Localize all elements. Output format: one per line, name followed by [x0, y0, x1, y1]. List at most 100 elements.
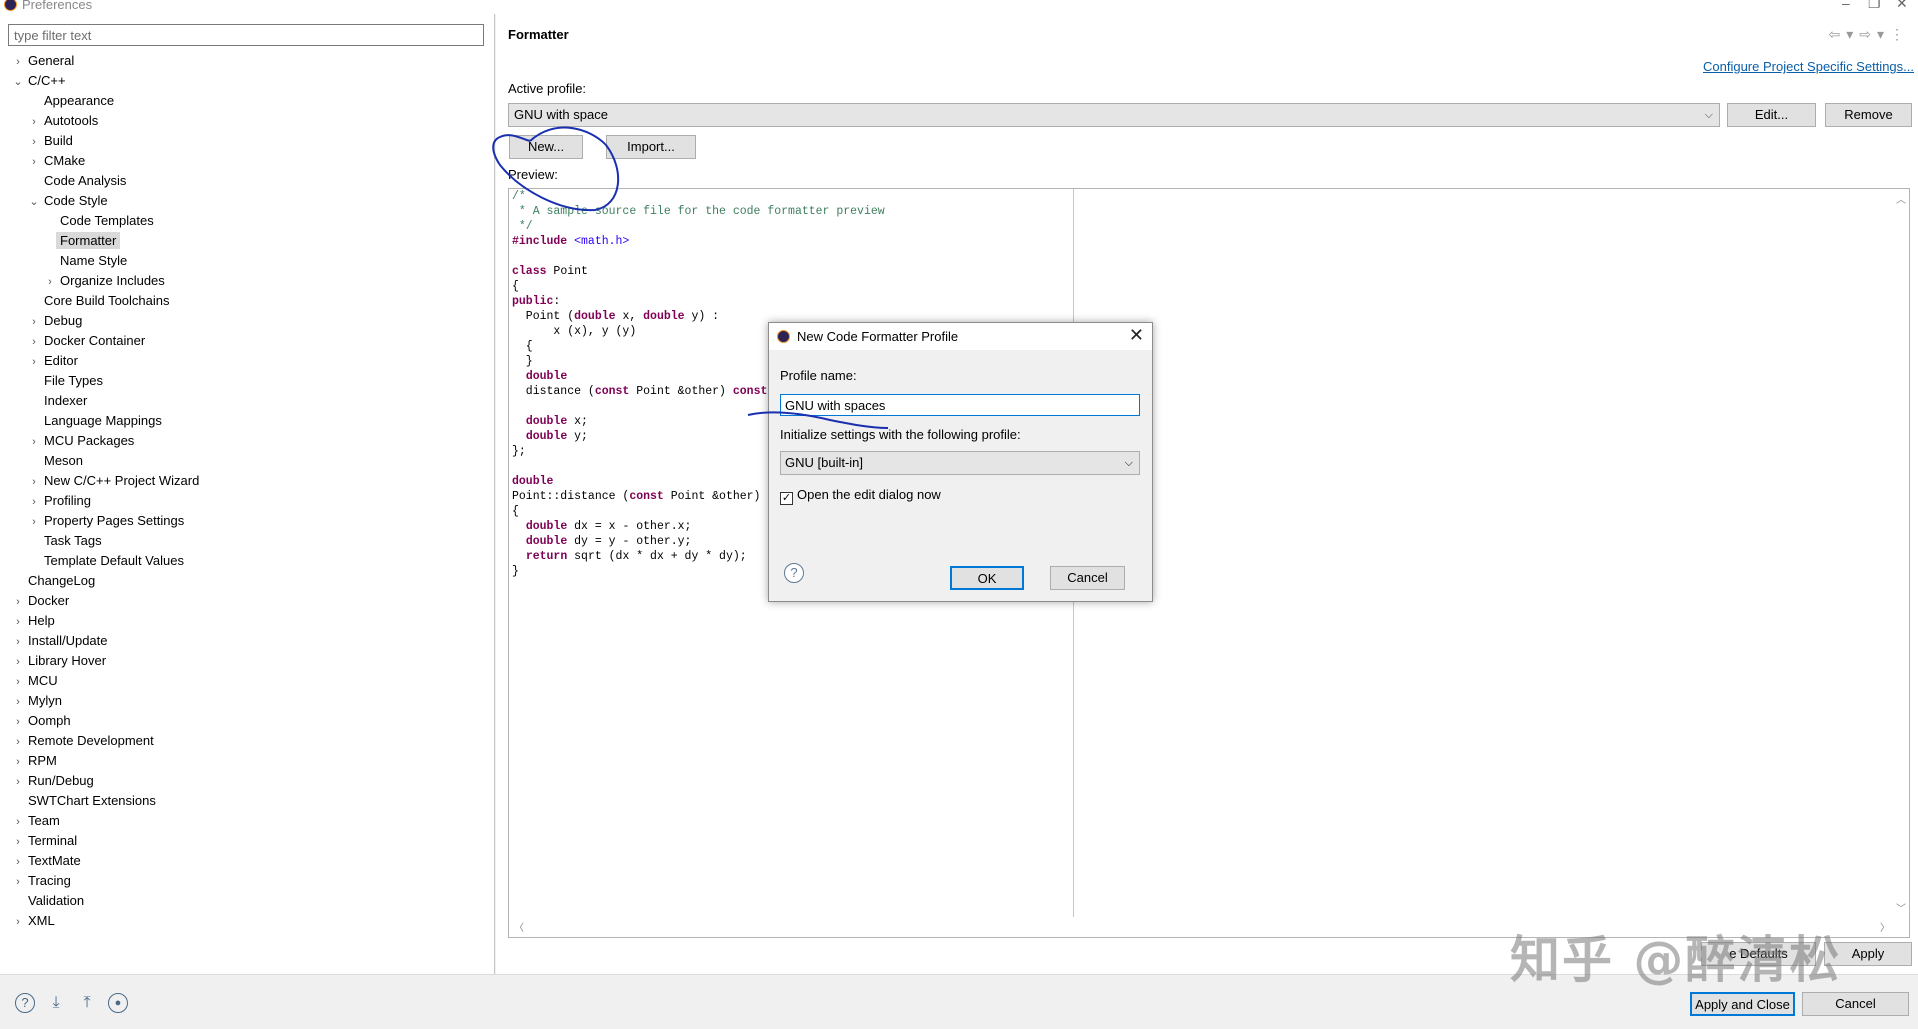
scroll-right-icon[interactable]: 〉 [1880, 919, 1890, 934]
filter-input[interactable] [8, 24, 484, 46]
chevron-right-icon[interactable]: › [28, 432, 40, 452]
tree-item[interactable]: Indexer [28, 391, 91, 411]
tree-item[interactable]: Code Templates [44, 211, 158, 231]
tree-item[interactable]: Task Tags [28, 531, 106, 551]
chevron-right-icon[interactable]: › [44, 272, 56, 292]
chevron-right-icon[interactable]: › [12, 52, 24, 72]
forward-menu-icon[interactable]: ▾ [1877, 26, 1890, 42]
chevron-right-icon[interactable]: › [28, 152, 40, 172]
tree-item[interactable]: Meson [28, 451, 87, 471]
help-icon[interactable]: ? [15, 993, 35, 1013]
apply-and-close-button[interactable]: Apply and Close [1690, 992, 1795, 1016]
chevron-right-icon[interactable]: › [12, 812, 24, 832]
tree-item[interactable]: Formatter [44, 231, 121, 251]
dialog-close-icon[interactable]: ✕ [1129, 325, 1144, 346]
tree-item[interactable]: › Property Pages Settings [28, 511, 188, 531]
checkbox-check-icon[interactable]: ✓ [780, 492, 793, 505]
scroll-left-icon[interactable]: 〈 [514, 919, 524, 934]
tree-item[interactable]: Validation [12, 891, 88, 911]
tree-item[interactable]: Template Default Values [28, 551, 188, 571]
tree-item[interactable]: › Remote Development [12, 731, 158, 751]
chevron-right-icon[interactable]: › [28, 112, 40, 132]
tree-item[interactable]: › RPM [12, 751, 61, 771]
chevron-right-icon[interactable]: › [12, 692, 24, 712]
tree-item[interactable]: › Run/Debug [12, 771, 98, 791]
tree-item[interactable]: › MCU [12, 671, 62, 691]
new-profile-button[interactable]: New... [509, 135, 583, 159]
chevron-right-icon[interactable]: › [12, 832, 24, 852]
tree-item[interactable]: ChangeLog [12, 571, 99, 591]
restore-icon[interactable]: ❐ [1868, 0, 1881, 12]
tree-item[interactable]: › Docker Container [28, 331, 149, 351]
chevron-right-icon[interactable]: › [12, 912, 24, 932]
edit-profile-button[interactable]: Edit... [1727, 103, 1816, 127]
cancel-button[interactable]: Cancel [1802, 992, 1909, 1016]
chevron-right-icon[interactable]: › [12, 612, 24, 632]
tree-item[interactable]: › Profiling [28, 491, 95, 511]
tree-item[interactable]: › Autotools [28, 111, 102, 131]
dialog-help-icon[interactable]: ? [784, 563, 804, 583]
tree-item[interactable]: › Mylyn [12, 691, 66, 711]
chevron-right-icon[interactable]: › [12, 652, 24, 672]
tree-item[interactable]: › XML [12, 911, 59, 931]
minimize-icon[interactable]: – [1842, 0, 1850, 11]
dialog-cancel-button[interactable]: Cancel [1050, 566, 1125, 590]
forward-icon[interactable]: ⇨ [1859, 26, 1877, 42]
tree-item[interactable]: Appearance [28, 91, 118, 111]
close-icon[interactable]: ✕ [1896, 0, 1908, 12]
back-menu-icon[interactable]: ▾ [1846, 26, 1859, 42]
init-profile-select[interactable]: GNU [built-in] ⌵ [780, 451, 1140, 475]
tree-item[interactable]: › Install/Update [12, 631, 112, 651]
tree-item[interactable]: Code Analysis [28, 171, 130, 191]
chevron-right-icon[interactable]: › [12, 592, 24, 612]
tree-item[interactable]: › MCU Packages [28, 431, 138, 451]
remove-profile-button[interactable]: Remove [1825, 103, 1912, 127]
tree-item[interactable]: › Library Hover [12, 651, 110, 671]
import-profile-button[interactable]: Import... [606, 135, 696, 159]
chevron-right-icon[interactable]: › [28, 472, 40, 492]
tree-item[interactable]: › Organize Includes [44, 271, 169, 291]
import-icon[interactable]: ⤓ [46, 993, 66, 1013]
tree-item[interactable]: ⌄ C/C++ [12, 71, 70, 91]
tree-item[interactable]: › Help [12, 611, 59, 631]
chevron-right-icon[interactable]: › [28, 332, 40, 352]
chevron-right-icon[interactable]: › [12, 732, 24, 752]
scroll-up-icon[interactable]: ︿ [1896, 191, 1906, 206]
tree-item[interactable]: › Terminal [12, 831, 81, 851]
tree-item[interactable]: › Team [12, 811, 64, 831]
tree-item[interactable]: Core Build Toolchains [28, 291, 174, 311]
tree-item[interactable]: SWTChart Extensions [12, 791, 160, 811]
ok-button[interactable]: OK [950, 566, 1024, 590]
open-edit-checkbox[interactable]: ✓ Open the edit dialog now [780, 486, 941, 505]
chevron-right-icon[interactable]: › [28, 132, 40, 152]
chevron-right-icon[interactable]: › [12, 752, 24, 772]
configure-project-settings-link[interactable]: Configure Project Specific Settings... [1703, 59, 1914, 74]
tree-item[interactable]: Name Style [44, 251, 131, 271]
tree-item[interactable]: Language Mappings [28, 411, 166, 431]
chevron-right-icon[interactable]: › [12, 632, 24, 652]
tree-item[interactable]: › General [12, 51, 78, 71]
chevron-right-icon[interactable]: › [12, 772, 24, 792]
oomph-icon[interactable]: ● [108, 993, 128, 1013]
tree-item[interactable]: › Editor [28, 351, 82, 371]
tree-item[interactable]: › Oomph [12, 711, 75, 731]
profile-name-input[interactable] [780, 394, 1140, 416]
tree-item[interactable]: File Types [28, 371, 107, 391]
more-icon[interactable]: ⋮ [1890, 26, 1910, 42]
tree-item[interactable]: › Build [28, 131, 77, 151]
chevron-down-icon[interactable]: ⌄ [12, 72, 24, 92]
tree-item[interactable]: › Tracing [12, 871, 75, 891]
chevron-right-icon[interactable]: › [28, 312, 40, 332]
chevron-right-icon[interactable]: › [12, 852, 24, 872]
chevron-right-icon[interactable]: › [12, 872, 24, 892]
tree-item[interactable]: ⌄ Code Style [28, 191, 112, 211]
export-icon[interactable]: ⤒ [77, 993, 97, 1013]
scroll-down-icon[interactable]: ﹀ [1896, 900, 1906, 915]
tree-item[interactable]: › Docker [12, 591, 73, 611]
tree-item[interactable]: › TextMate [12, 851, 85, 871]
back-icon[interactable]: ⇦ [1828, 26, 1846, 42]
tree-item[interactable]: › Debug [28, 311, 86, 331]
vertical-scrollbar[interactable]: ︿ ﹀ [1893, 189, 1909, 917]
code-preview[interactable]: /* * A sample source file for the code f… [508, 188, 1910, 938]
chevron-right-icon[interactable]: › [28, 352, 40, 372]
